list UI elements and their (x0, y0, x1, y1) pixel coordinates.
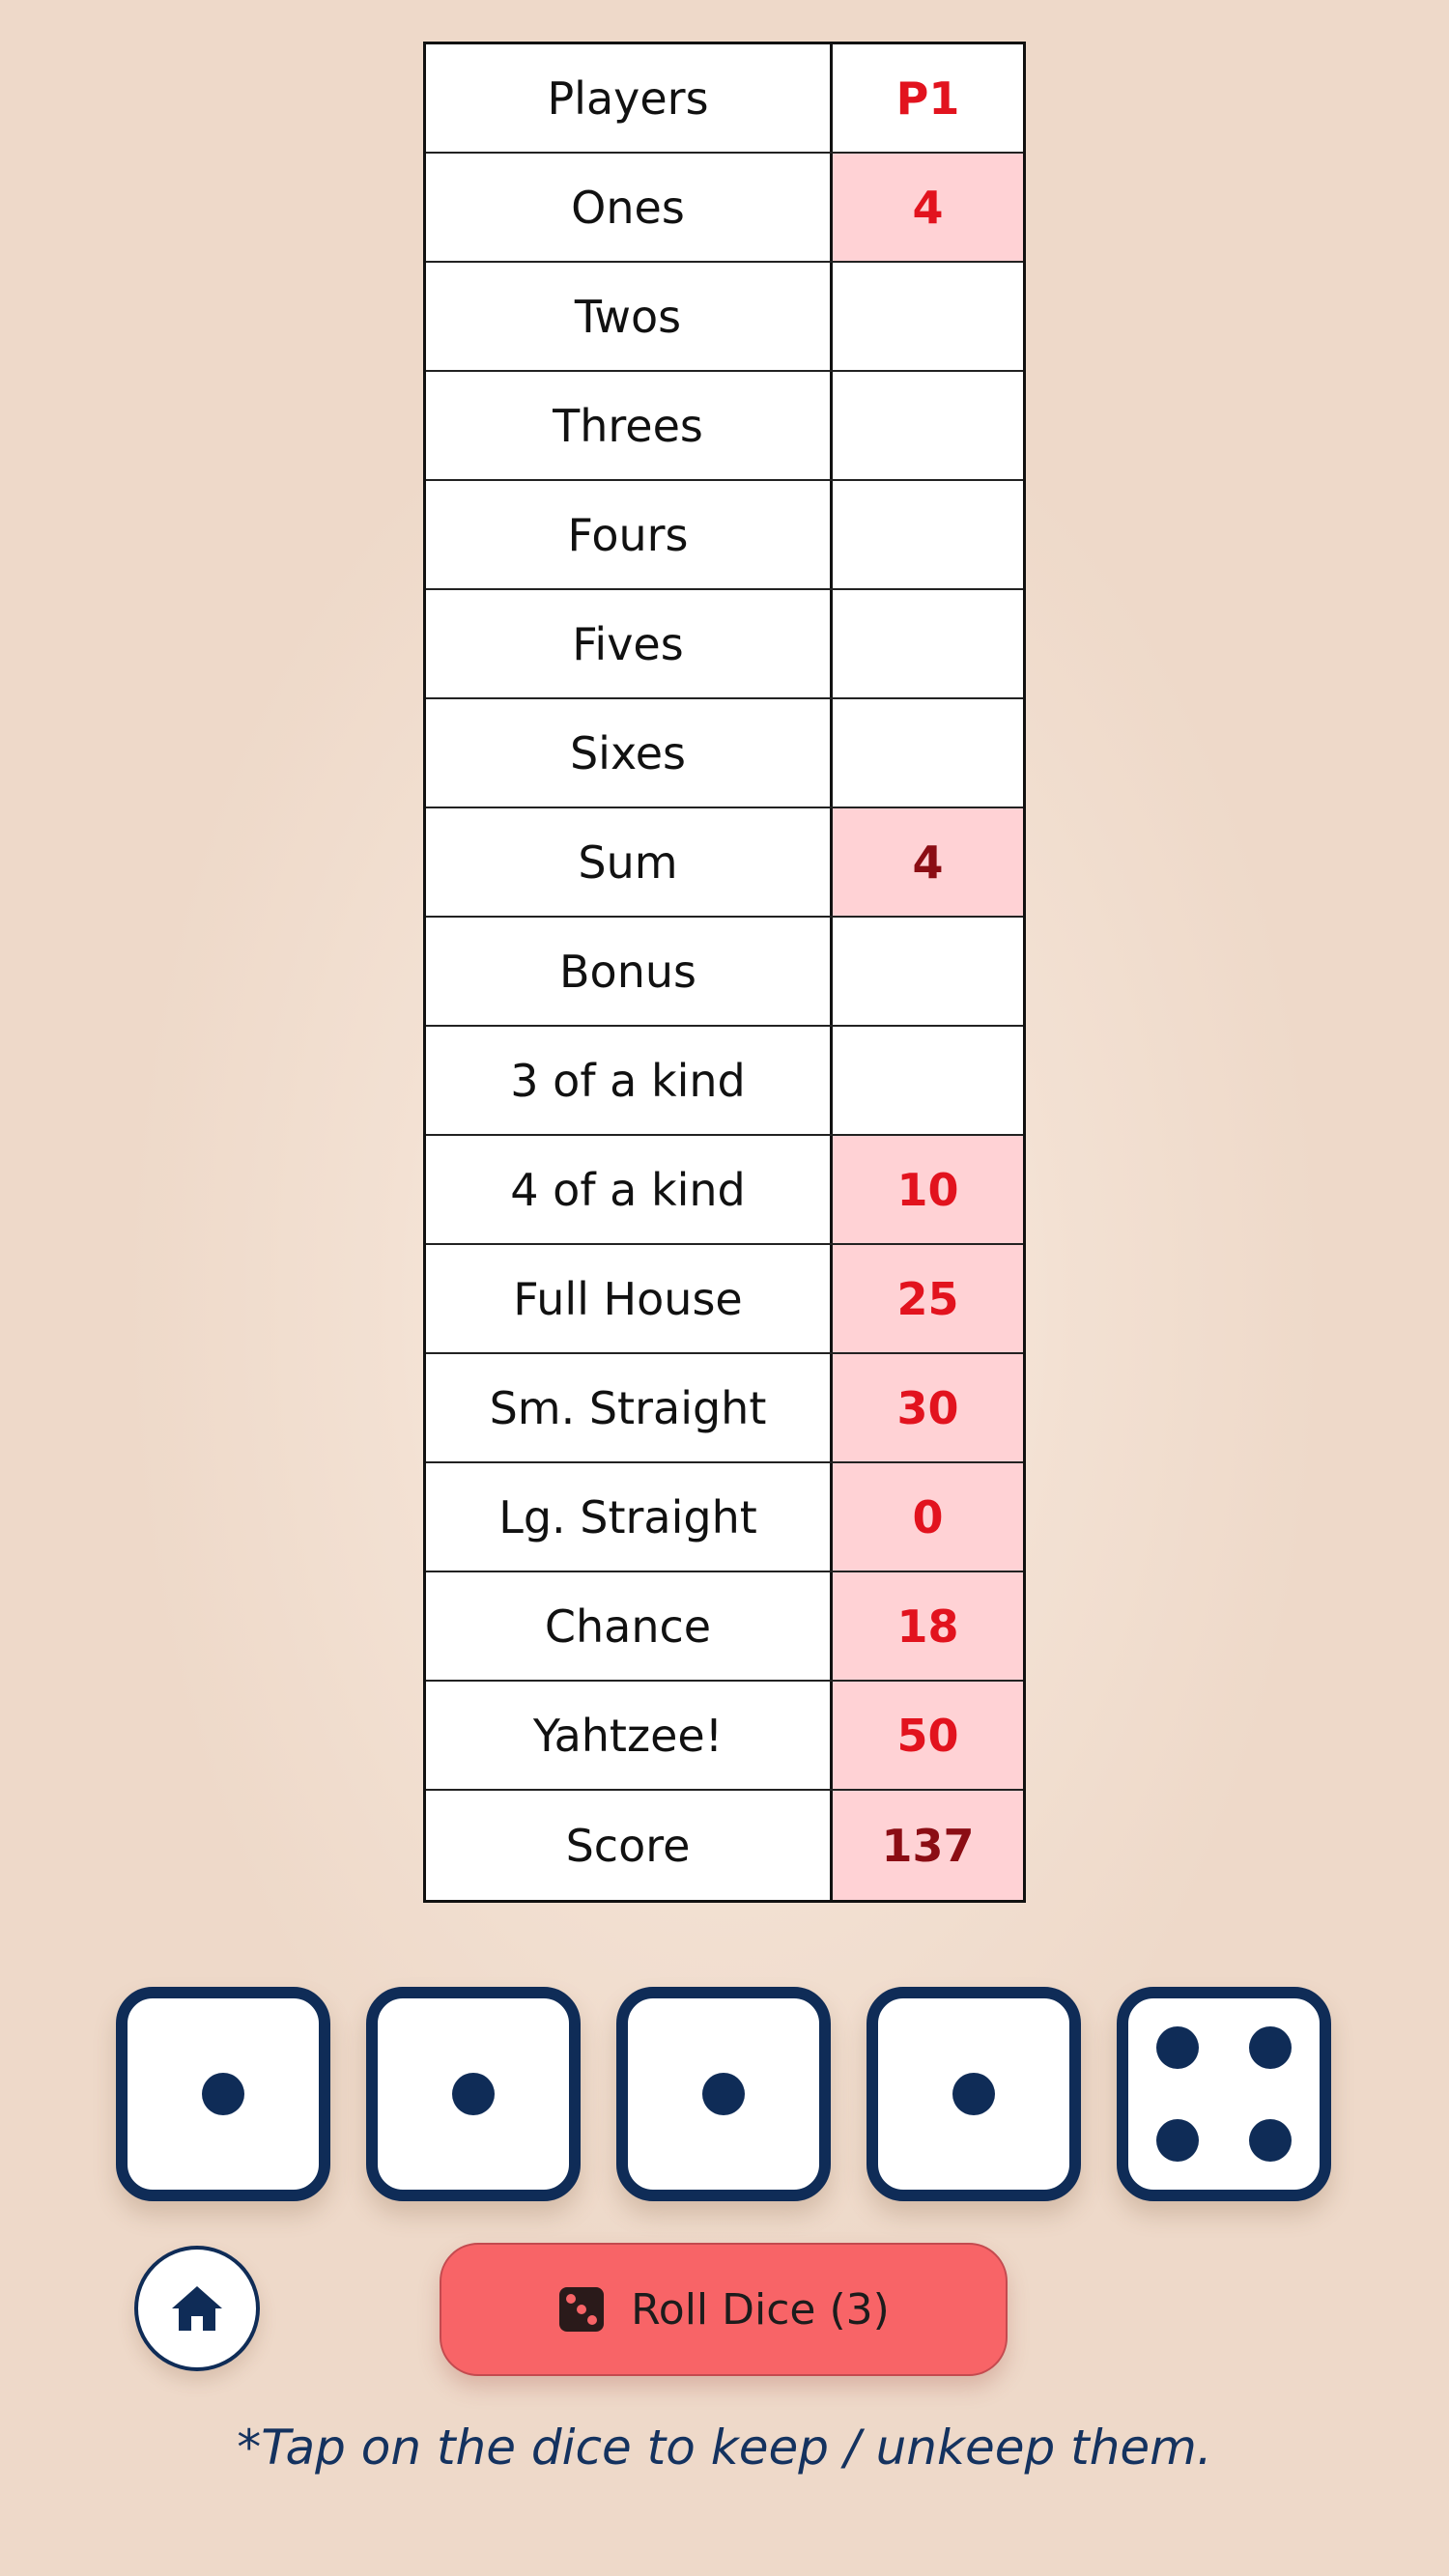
die[interactable] (1117, 1987, 1331, 2201)
score-row-label: 4 of a kind (426, 1136, 833, 1243)
die-pip (952, 2073, 995, 2115)
die-pip (1156, 2026, 1200, 2070)
score-cell: 25 (833, 1245, 1023, 1352)
score-cell: 4 (833, 808, 1023, 916)
score-row-label: Full House (426, 1245, 833, 1352)
score-row: Sm. Straight 30 (426, 1354, 1023, 1463)
score-row: Twos (426, 263, 1023, 372)
score-cell: 30 (833, 1354, 1023, 1461)
score-row-label: Sum (426, 808, 833, 916)
score-cell[interactable] (833, 263, 1023, 370)
score-cell: 137 (833, 1791, 1023, 1900)
dice-tray (116, 1987, 1333, 2201)
score-row-label: Fours (426, 481, 833, 588)
score-row: Bonus (426, 918, 1023, 1027)
player-name: P1 (833, 44, 1023, 152)
score-row-label: Sixes (426, 699, 833, 807)
die-pip (202, 2073, 244, 2115)
score-row: Ones 4 (426, 154, 1023, 263)
die[interactable] (116, 1987, 330, 2201)
die-pip (1248, 2026, 1292, 2070)
score-cell[interactable] (833, 699, 1023, 807)
score-cell: 0 (833, 1463, 1023, 1571)
score-row: Fours (426, 481, 1023, 590)
score-row: Yahtzee! 50 (426, 1682, 1023, 1791)
score-row-label: Bonus (426, 918, 833, 1025)
home-button[interactable] (134, 2246, 260, 2371)
score-row: Sixes (426, 699, 1023, 808)
die-pip (1248, 2118, 1292, 2162)
score-row-label: Twos (426, 263, 833, 370)
die[interactable] (616, 1987, 831, 2201)
score-row: Lg. Straight 0 (426, 1463, 1023, 1572)
score-cell: 10 (833, 1136, 1023, 1243)
score-row: Score 137 (426, 1791, 1023, 1900)
score-row: Full House 25 (426, 1245, 1023, 1354)
die[interactable] (867, 1987, 1081, 2201)
score-cell: 4 (833, 154, 1023, 261)
score-cell[interactable] (833, 590, 1023, 697)
score-row-label: Sm. Straight (426, 1354, 833, 1461)
score-row-label: Chance (426, 1572, 833, 1680)
scorecard: Players P1 Ones 4 Twos Threes Fours Fives Sixe… (423, 42, 1026, 1903)
roll-dice-button[interactable]: Roll Dice (3) (440, 2243, 1008, 2376)
score-row-label: Score (426, 1791, 833, 1900)
die-pip (702, 2073, 745, 2115)
score-row-label: Fives (426, 590, 833, 697)
score-cell[interactable] (833, 918, 1023, 1025)
score-row: 4 of a kind 10 (426, 1136, 1023, 1245)
score-row-label: Threes (426, 372, 833, 479)
dice-icon (559, 2287, 605, 2332)
score-row: 3 of a kind (426, 1027, 1023, 1136)
players-header: Players (426, 44, 833, 152)
score-row-label: Yahtzee! (426, 1682, 833, 1789)
score-cell[interactable] (833, 1027, 1023, 1134)
score-row: Threes (426, 372, 1023, 481)
die-pip (1156, 2118, 1200, 2162)
hint-text: *Tap on the dice to keep / unkeep them. (237, 2420, 1212, 2476)
scorecard-header-row: Players P1 (426, 44, 1023, 154)
die[interactable] (366, 1987, 581, 2201)
roll-dice-label: Roll Dice (3) (631, 2284, 890, 2335)
score-row: Chance 18 (426, 1572, 1023, 1682)
home-icon (172, 2286, 222, 2331)
die-pip (452, 2073, 495, 2115)
score-cell: 18 (833, 1572, 1023, 1680)
score-cell[interactable] (833, 372, 1023, 479)
score-row-label: 3 of a kind (426, 1027, 833, 1134)
score-row-label: Lg. Straight (426, 1463, 833, 1571)
score-row: Sum 4 (426, 808, 1023, 918)
score-row-label: Ones (426, 154, 833, 261)
score-cell[interactable] (833, 481, 1023, 588)
score-row: Fives (426, 590, 1023, 699)
score-cell: 50 (833, 1682, 1023, 1789)
